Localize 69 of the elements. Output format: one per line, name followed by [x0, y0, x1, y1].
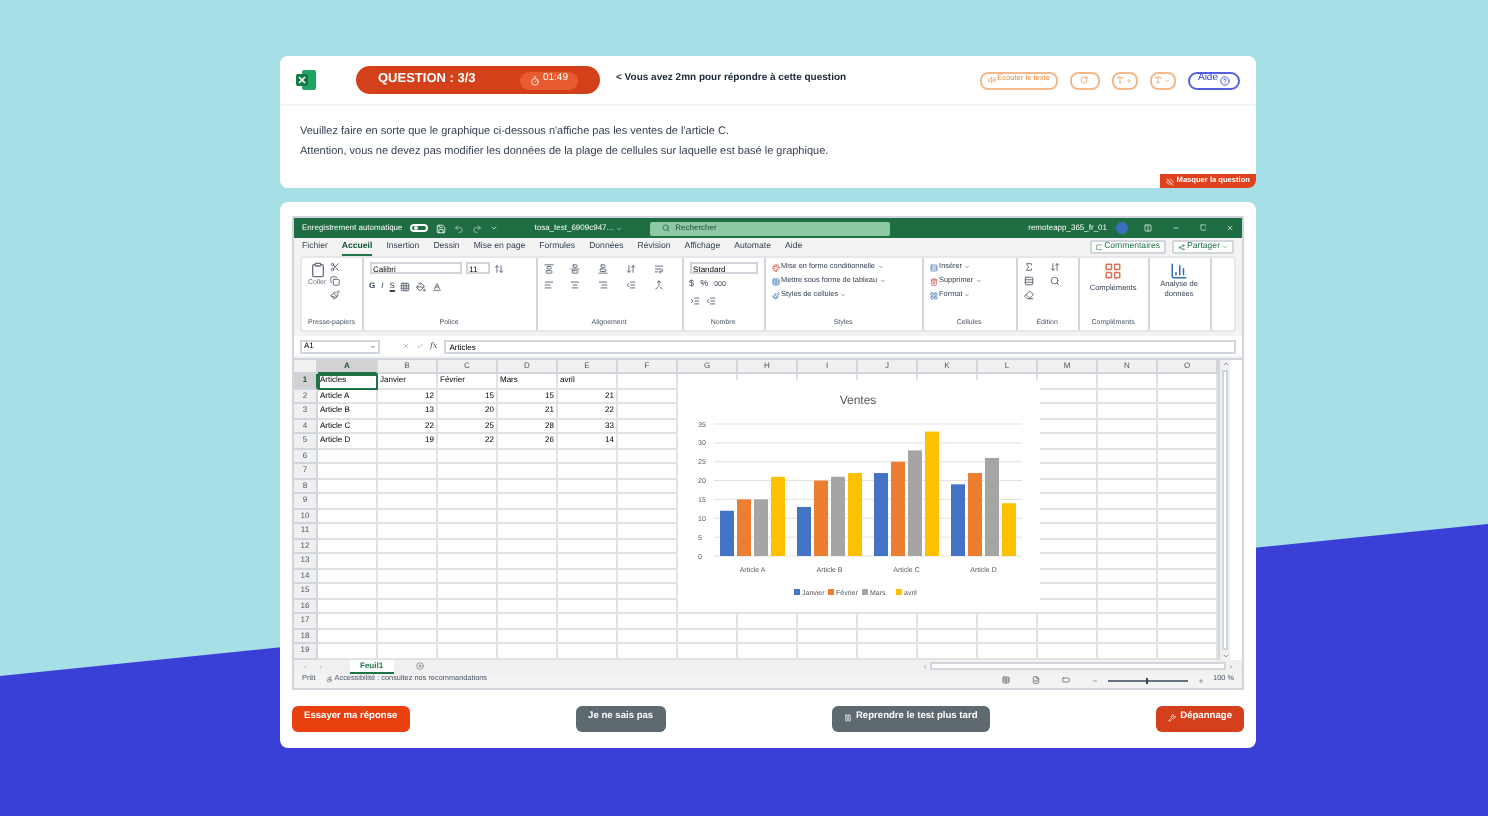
align-bottom-icon[interactable] — [598, 264, 609, 274]
font-size-icon[interactable] — [493, 263, 504, 273]
bar[interactable] — [720, 510, 734, 556]
zoom-out-icon[interactable] — [1091, 677, 1098, 683]
text-size-icon — [1116, 76, 1125, 84]
help-icon — [1220, 75, 1230, 85]
ribbon-display-icon[interactable] — [1143, 224, 1151, 232]
eye-off-icon — [1166, 177, 1175, 185]
add-sheet-icon[interactable] — [415, 662, 424, 670]
trash-icon — [929, 277, 938, 286]
accessibility-icon — [325, 676, 333, 684]
minus-icon — [1164, 77, 1171, 83]
copy-icon[interactable] — [330, 276, 341, 286]
increase-text-button[interactable] — [1111, 71, 1138, 89]
decrease-text-button[interactable] — [1149, 71, 1176, 89]
spreadsheet-logo-icon — [296, 70, 316, 90]
page-break-icon[interactable] — [1061, 676, 1070, 684]
grid-icon — [1104, 262, 1123, 280]
share-icon — [1178, 243, 1186, 251]
fill-color-icon[interactable] — [416, 281, 427, 291]
increase-decimal-icon[interactable] — [689, 295, 700, 306]
autosave-toggle[interactable] — [410, 223, 429, 233]
scroll-thumb[interactable] — [1222, 370, 1228, 649]
save-icon[interactable] — [436, 223, 447, 233]
vertical-scrollbar[interactable] — [1218, 360, 1230, 659]
check-icon[interactable] — [416, 342, 424, 350]
zoom-in-icon[interactable] — [1197, 677, 1204, 683]
clipboard-icon — [309, 262, 326, 278]
redo-icon[interactable] — [472, 223, 483, 233]
refresh-button[interactable] — [1069, 71, 1100, 89]
avatar[interactable] — [1115, 222, 1127, 234]
normal-view-icon[interactable] — [1001, 676, 1010, 684]
search-icon[interactable] — [1049, 276, 1060, 286]
align-center-icon[interactable] — [570, 280, 581, 290]
wrench-icon — [1168, 714, 1177, 722]
undo-icon[interactable] — [454, 223, 465, 233]
stopwatch-icon — [530, 75, 541, 85]
align-left-icon[interactable] — [543, 280, 554, 290]
brush-icon — [771, 291, 780, 300]
plus-icon — [1126, 77, 1133, 83]
merge-icon[interactable] — [653, 280, 664, 290]
align-top-icon[interactable] — [543, 264, 554, 274]
borders-icon[interactable] — [400, 281, 411, 291]
fill-icon[interactable] — [1023, 276, 1034, 286]
grid-icon — [929, 291, 938, 300]
insert-rows-icon — [929, 263, 938, 272]
search-icon — [661, 224, 670, 232]
refresh-icon — [1080, 76, 1089, 84]
maximize-icon[interactable] — [1199, 224, 1206, 232]
text-size-icon — [1154, 76, 1163, 84]
outdent-icon[interactable] — [625, 280, 636, 290]
autosum-icon[interactable] — [1023, 262, 1034, 272]
speaker-icon — [987, 76, 996, 84]
wrap-text-icon[interactable] — [653, 264, 664, 274]
comment-icon — [1095, 243, 1103, 251]
orientation-icon[interactable] — [625, 264, 636, 274]
decrease-decimal-icon[interactable] — [705, 295, 716, 306]
table-icon — [771, 277, 780, 286]
sort-icon[interactable] — [1049, 262, 1060, 272]
palette-icon — [771, 263, 780, 272]
minimize-icon[interactable] — [1171, 224, 1179, 232]
pause-icon — [843, 714, 852, 722]
clear-icon[interactable] — [1023, 290, 1034, 300]
align-middle-icon[interactable] — [570, 264, 581, 274]
align-right-icon[interactable] — [598, 280, 609, 290]
page-layout-icon[interactable] — [1031, 676, 1040, 684]
font-color-icon[interactable] — [432, 281, 443, 291]
bar-chart-icon — [1170, 262, 1189, 280]
format-painter-icon[interactable] — [330, 290, 341, 300]
